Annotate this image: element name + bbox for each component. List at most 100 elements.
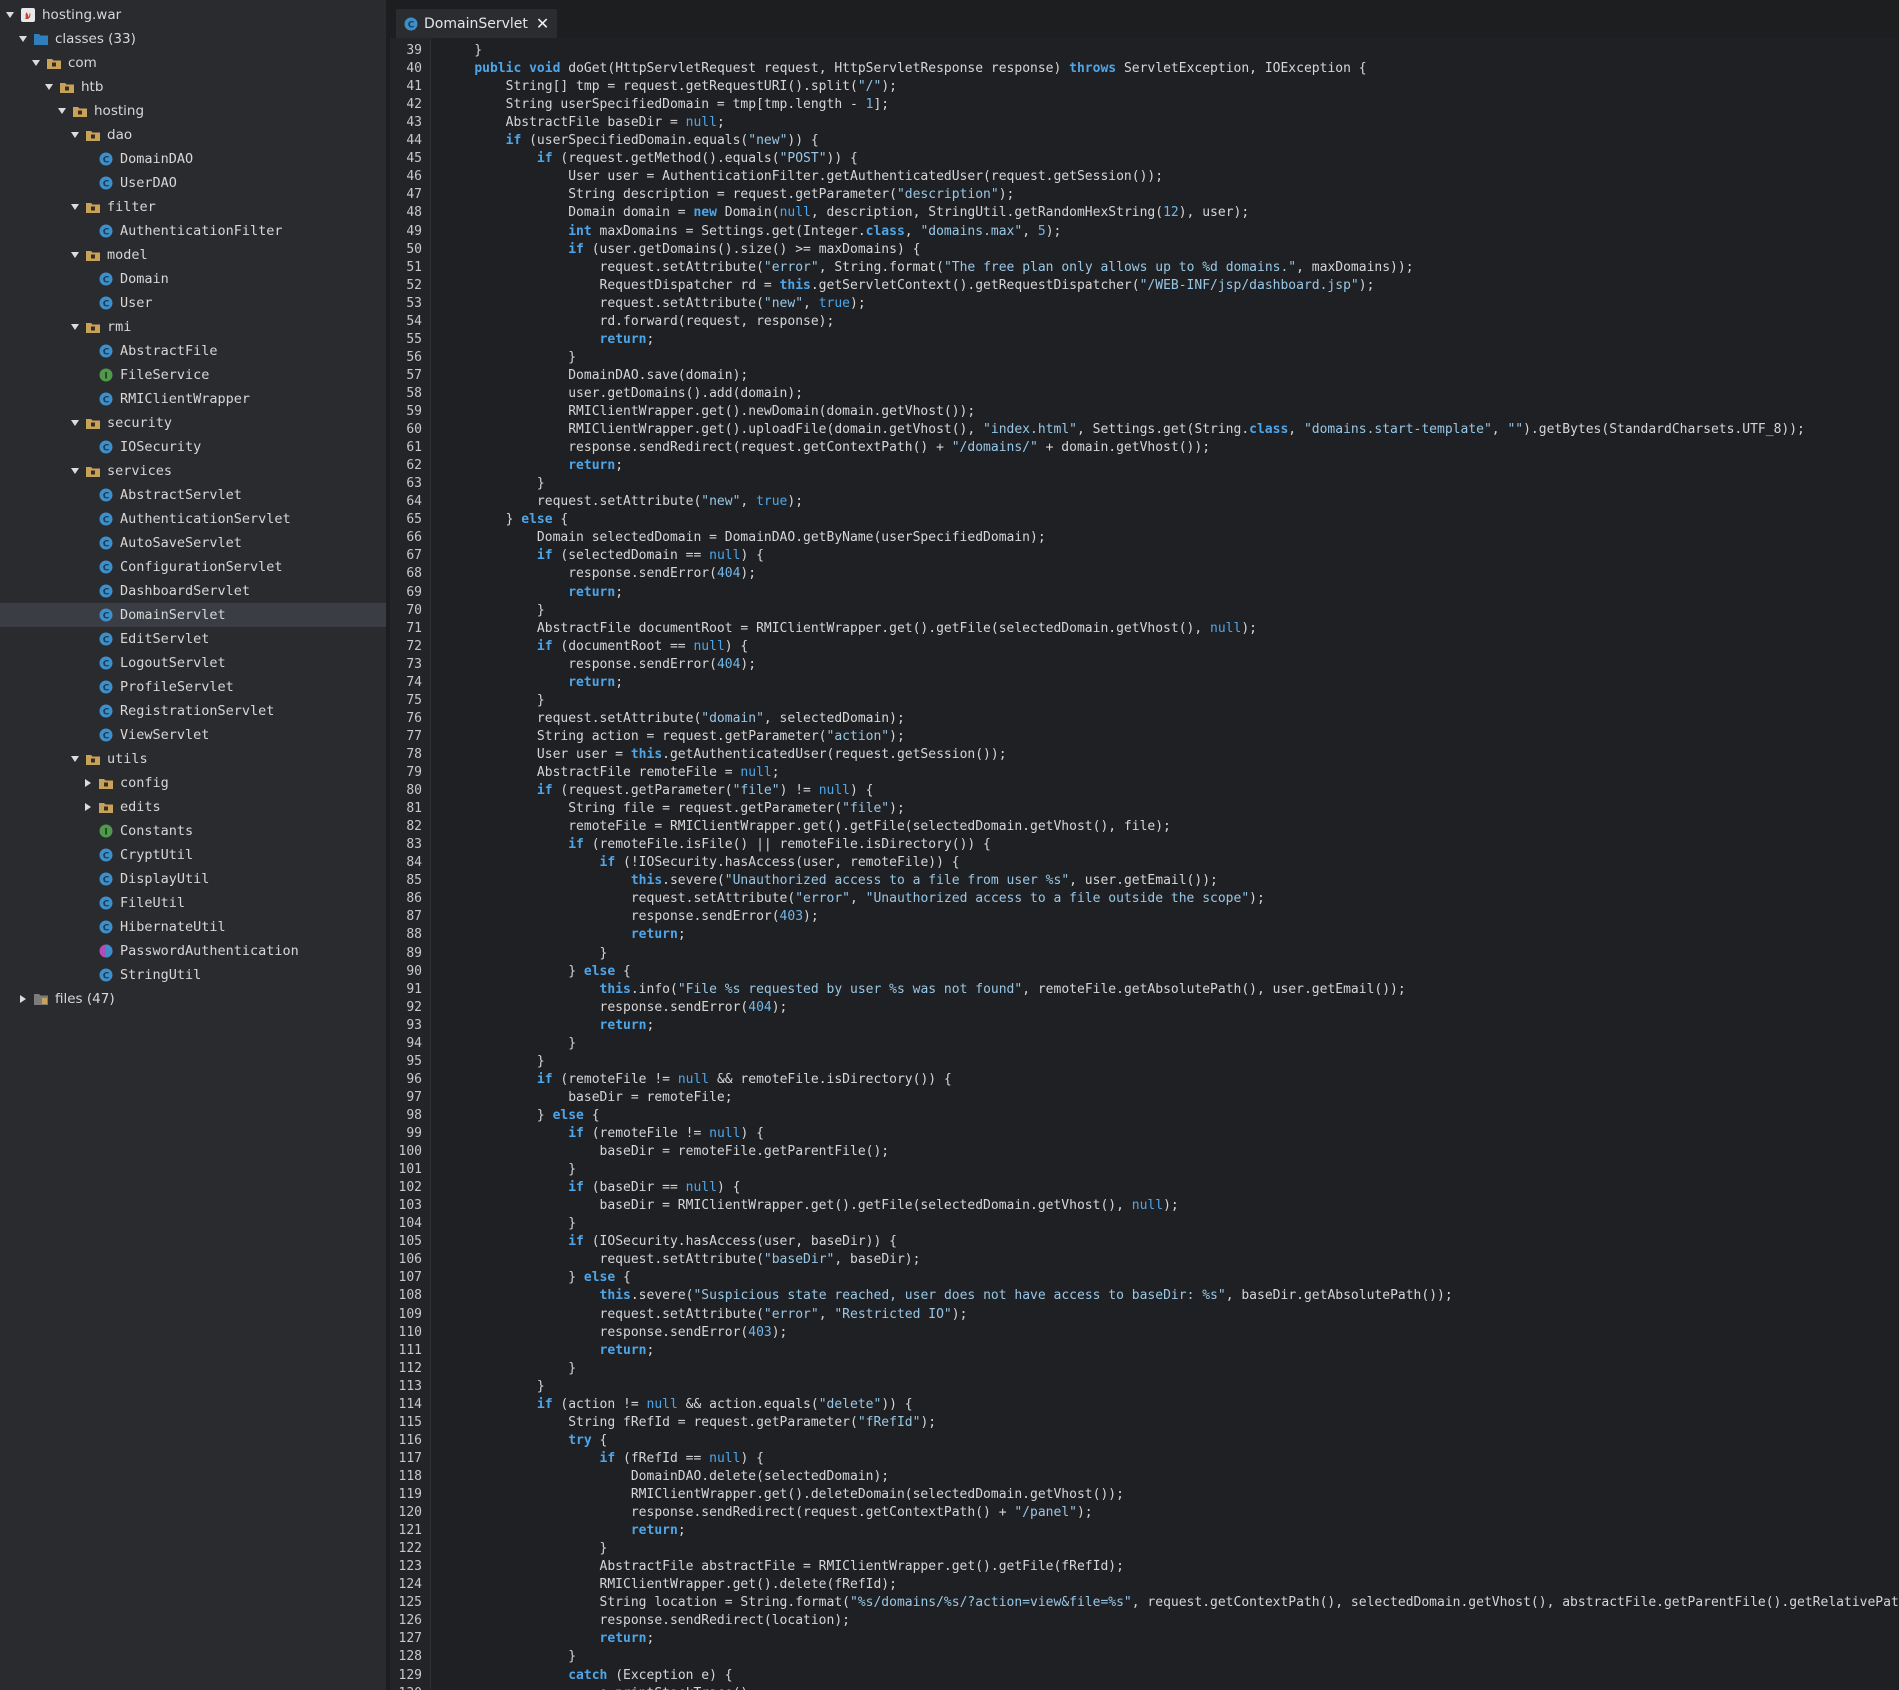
tree-node-domainservlet[interactable]: C DomainServlet [0,603,386,627]
collapsed-caret-icon[interactable] [82,795,94,819]
code-line[interactable]: } [443,1215,576,1233]
tree-node-fileutil[interactable]: C FileUtil [0,891,386,915]
tree-node-editservlet[interactable]: C EditServlet [0,627,386,651]
tree-node-model[interactable]: model [0,243,386,267]
tree-node-dashboardservlet[interactable]: C DashboardServlet [0,579,386,603]
expanded-caret-icon[interactable] [69,411,81,435]
code-line[interactable]: request.setAttribute("error", "Unauthori… [443,890,1265,908]
tree-node-displayutil[interactable]: C DisplayUtil [0,867,386,891]
code-line[interactable]: } [443,1053,545,1071]
code-line[interactable]: return; [443,331,655,349]
expanded-caret-icon[interactable] [30,51,42,75]
tree-node-iosecurity[interactable]: C IOSecurity [0,435,386,459]
code-line[interactable]: } [443,602,545,620]
code-line[interactable]: String fRefId = request.getParameter("fR… [443,1414,936,1432]
code-line[interactable]: if (IOSecurity.hasAccess(user, baseDir))… [443,1233,897,1251]
code-line[interactable]: user.getDomains().add(domain); [443,385,803,403]
tree-node-security[interactable]: security [0,411,386,435]
tree-node-viewservlet[interactable]: C ViewServlet [0,723,386,747]
code-line[interactable]: } else { [443,1269,631,1287]
code-line[interactable]: return; [443,1630,655,1648]
tree-node-constants[interactable]: I Constants [0,819,386,843]
code-line[interactable]: if (user.getDomains().size() >= maxDomai… [443,241,920,259]
code-line[interactable]: String userSpecifiedDomain = tmp[tmp.len… [443,96,890,114]
code-line[interactable]: AbstractFile abstractFile = RMIClientWra… [443,1558,1124,1576]
project-tree-panel[interactable]: hosting.war classes (33) com htb hosting dao C… [0,0,390,1690]
code-line[interactable]: String action = request.getParameter("ac… [443,728,905,746]
code-line[interactable]: if (request.getMethod().equals("POST")) … [443,150,858,168]
code-line[interactable]: if (documentRoot == null) { [443,638,748,656]
code-line[interactable]: String location = String.format("%s/doma… [443,1594,1899,1612]
code-line[interactable]: } [443,945,608,963]
code-line[interactable]: remoteFile = RMIClientWrapper.get().getF… [443,818,1171,836]
tree-node-hibernateutil[interactable]: C HibernateUtil [0,915,386,939]
code-line[interactable]: request.setAttribute("new", true); [443,493,803,511]
code-line[interactable]: this.info("File %s requested by user %s … [443,981,1406,999]
code-line[interactable]: response.sendRedirect(request.getContext… [443,1504,1093,1522]
code-line[interactable]: Domain domain = new Domain(null, descrip… [443,204,1249,222]
tree-node-config[interactable]: config [0,771,386,795]
code-line[interactable]: response.sendError(404); [443,565,756,583]
tree-node-rmi[interactable]: rmi [0,315,386,339]
code-line[interactable]: baseDir = remoteFile.getParentFile(); [443,1143,890,1161]
expanded-caret-icon[interactable] [69,459,81,483]
code-line[interactable]: if (request.getParameter("file") != null… [443,782,874,800]
tree-node-registrationservlet[interactable]: C RegistrationServlet [0,699,386,723]
code-line[interactable]: response.sendError(404); [443,999,788,1017]
code-line[interactable]: this.severe("Unauthorized access to a fi… [443,872,1218,890]
tree-node-authenticationservlet[interactable]: C AuthenticationServlet [0,507,386,531]
code-line[interactable]: if (remoteFile != null && remoteFile.isD… [443,1071,952,1089]
expanded-caret-icon[interactable] [43,75,55,99]
code-line[interactable]: response.sendError(403); [443,1324,788,1342]
code-line[interactable]: } [443,1378,545,1396]
code-line[interactable]: if (remoteFile.isFile() || remoteFile.is… [443,836,991,854]
code-line[interactable]: request.setAttribute("error", "Restricte… [443,1306,968,1324]
code-line[interactable]: } else { [443,1107,600,1125]
tree-node-domaindao[interactable]: C DomainDAO [0,147,386,171]
code-line[interactable]: this.severe("Suspicious state reached, u… [443,1287,1453,1305]
code-line[interactable]: return; [443,584,623,602]
expanded-caret-icon[interactable] [69,315,81,339]
code-line[interactable]: DomainDAO.delete(selectedDomain); [443,1468,889,1486]
code-line[interactable]: RMIClientWrapper.get().newDomain(domain.… [443,403,975,421]
code-line[interactable]: String file = request.getParameter("file… [443,800,905,818]
code-line[interactable]: if (fRefId == null) { [443,1450,764,1468]
tree-node-logoutservlet[interactable]: C LogoutServlet [0,651,386,675]
code-line[interactable]: } [443,692,545,710]
tree-node-userdao[interactable]: C UserDAO [0,171,386,195]
code-line[interactable]: RequestDispatcher rd = this.getServletCo… [443,277,1375,295]
tree-node-abstractfile[interactable]: C AbstractFile [0,339,386,363]
code-line[interactable]: AbstractFile documentRoot = RMIClientWra… [443,620,1257,638]
code-line[interactable]: } [443,475,545,493]
tree-node-authenticationfilter[interactable]: C AuthenticationFilter [0,219,386,243]
code-line[interactable]: RMIClientWrapper.get().deleteDomain(sele… [443,1486,1124,1504]
code-line[interactable]: response.sendRedirect(request.getContext… [443,439,1210,457]
code-area[interactable]: } public void doGet(HttpServletRequest r… [443,38,1899,1690]
tree-node-utils[interactable]: utils [0,747,386,771]
code-line[interactable]: } [443,1540,608,1558]
code-line[interactable]: return; [443,926,686,944]
code-line[interactable]: return; [443,1342,655,1360]
code-line[interactable]: } [443,1360,576,1378]
code-line[interactable]: } [443,1648,576,1666]
code-line[interactable]: return; [443,457,623,475]
tab-domainservlet[interactable]: C DomainServlet ✕ [396,9,558,38]
code-line[interactable]: } [443,1161,576,1179]
code-line[interactable]: if (userSpecifiedDomain.equals("new")) { [443,132,819,150]
expanded-caret-icon[interactable] [56,99,68,123]
tree-node-hosting-war[interactable]: hosting.war [0,3,386,27]
code-line[interactable]: request.setAttribute("domain", selectedD… [443,710,905,728]
code-line[interactable]: request.setAttribute("new", true); [443,295,866,313]
tree-node-configurationservlet[interactable]: C ConfigurationServlet [0,555,386,579]
code-line[interactable]: if (selectedDomain == null) { [443,547,764,565]
code-line[interactable]: e.printStackTrace(); [443,1685,757,1690]
code-line[interactable]: } [443,349,576,367]
tree-node-dao[interactable]: dao [0,123,386,147]
code-line[interactable]: return; [443,674,623,692]
expanded-caret-icon[interactable] [69,747,81,771]
code-line[interactable]: response.sendError(403); [443,908,819,926]
expanded-caret-icon[interactable] [69,123,81,147]
code-line[interactable]: String[] tmp = request.getRequestURI().s… [443,78,897,96]
tree-node-stringutil[interactable]: C StringUtil [0,963,386,987]
code-line[interactable]: AbstractFile remoteFile = null; [443,764,780,782]
